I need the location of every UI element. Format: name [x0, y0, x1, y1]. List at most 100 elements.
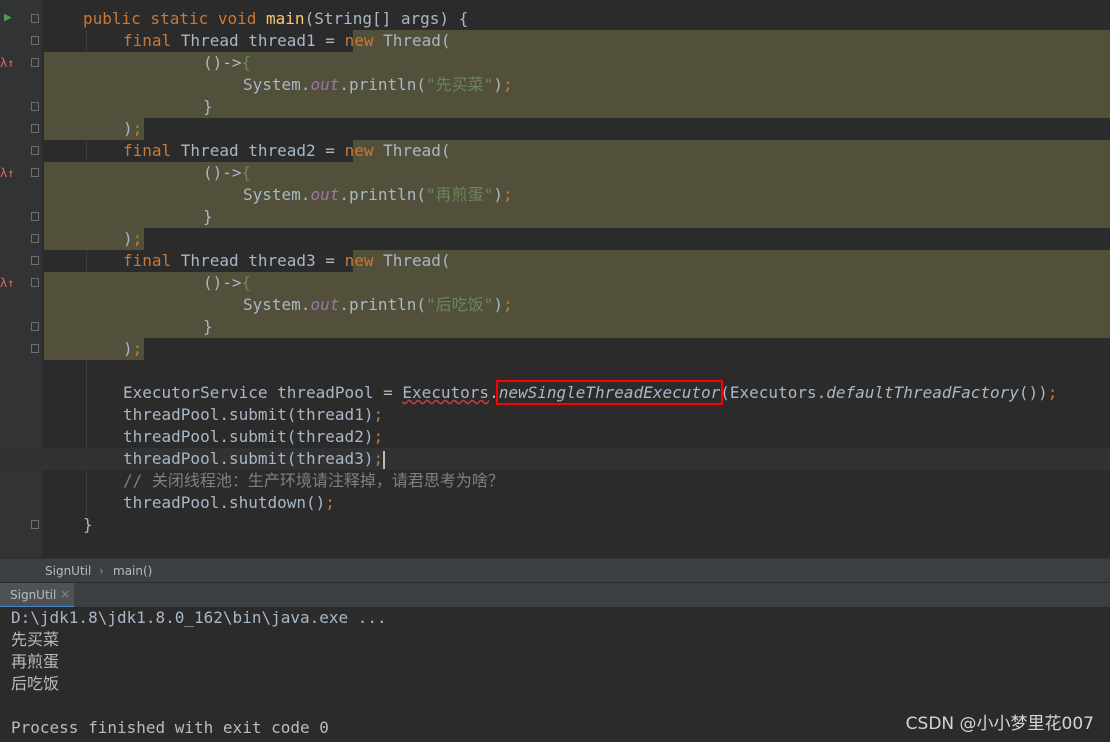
code-token: ()->	[203, 53, 242, 72]
code-line-16[interactable]: );	[0, 338, 1110, 360]
code-token: )	[123, 229, 133, 248]
code-token: final	[123, 31, 181, 50]
breadcrumb: SignUtil › main()	[0, 558, 1110, 583]
code-line-13[interactable]: ()->{	[0, 272, 1110, 294]
code-token: final	[123, 141, 181, 160]
code-token: ;	[373, 427, 384, 446]
code-token: (String[] args) {	[304, 9, 469, 28]
code-line-5[interactable]: }	[0, 96, 1110, 118]
code-token: Thread thread3 =	[180, 251, 345, 270]
code-token: System.	[243, 75, 311, 94]
code-token: threadPool.submit(thread1)	[123, 405, 374, 424]
code-token: ;	[502, 295, 513, 314]
code-token: Thread(	[383, 141, 451, 160]
code-token: Thread(	[383, 31, 451, 50]
code-token: {	[241, 273, 252, 292]
code-line-4[interactable]: System.out.println("先买菜");	[0, 74, 1110, 96]
lambda-highlight	[44, 184, 1110, 206]
code-token: )	[493, 75, 503, 94]
code-token: Thread thread1 =	[180, 31, 345, 50]
code-line-10[interactable]: }	[0, 206, 1110, 228]
code-token: threadPool.shutdown()	[123, 493, 326, 512]
code-line-1[interactable]: public static void main(String[] args) {	[0, 8, 1110, 30]
code-token: )	[123, 119, 133, 138]
console-output-line: 后吃饭	[11, 674, 60, 693]
code-token: }	[203, 207, 213, 226]
code-token: new	[344, 31, 384, 50]
code-token: ;	[373, 405, 384, 424]
code-line-12[interactable]: final Thread thread3 = new Thread(	[0, 250, 1110, 272]
code-token: }	[83, 515, 93, 534]
breadcrumb-separator-icon: ›	[99, 564, 104, 578]
code-line-6[interactable]: );	[0, 118, 1110, 140]
code-token: out	[310, 185, 340, 204]
code-line-9[interactable]: System.out.println("再煎蛋");	[0, 184, 1110, 206]
code-line-19[interactable]: threadPool.submit(thread1);	[0, 404, 1110, 426]
highlighted-method-name[interactable]: newSingleThreadExecutor	[495, 380, 724, 405]
code-token: )	[493, 185, 503, 204]
breadcrumb-method[interactable]: main()	[113, 564, 152, 578]
code-token: threadPool.submit(thread3)	[123, 449, 374, 468]
run-tab-label: SignUtil	[10, 588, 57, 602]
close-icon[interactable]: ×	[60, 587, 70, 601]
code-token: )	[493, 295, 503, 314]
code-token: .println(	[339, 185, 427, 204]
code-token: .println(	[339, 75, 427, 94]
text-caret	[383, 450, 386, 469]
code-token: ;	[1047, 383, 1058, 402]
code-token: Executors	[402, 383, 490, 402]
string-literal: "后吃饭"	[426, 295, 494, 314]
code-token: out	[310, 75, 340, 94]
code-line-14[interactable]: System.out.println("后吃饭");	[0, 294, 1110, 316]
string-literal: "再煎蛋"	[426, 185, 494, 204]
string-literal: "先买菜"	[426, 75, 494, 94]
code-line-7[interactable]: final Thread thread2 = new Thread(	[0, 140, 1110, 162]
code-line-15[interactable]: }	[0, 316, 1110, 338]
code-token: (Executors.	[720, 383, 827, 402]
code-token: defaultThreadFactory	[826, 383, 1019, 402]
code-line-2[interactable]: final Thread thread1 = new Thread(	[0, 30, 1110, 52]
code-token: new	[344, 141, 384, 160]
code-comment: // 关闭线程池：生产环境请注释掉，请君思考为啥？	[123, 471, 504, 490]
lambda-highlight	[353, 30, 1110, 52]
code-editor[interactable]: ▶ λ↑ λ↑ λ↑ public static void main(Strin…	[0, 0, 1110, 558]
code-token: ())	[1018, 383, 1048, 402]
code-line-8[interactable]: ()->{	[0, 162, 1110, 184]
code-token: ()->	[203, 163, 242, 182]
code-token: ()->	[203, 273, 242, 292]
code-token: System.	[243, 185, 311, 204]
code-line-22[interactable]: // 关闭线程池：生产环境请注释掉，请君思考为啥？	[0, 470, 1110, 492]
code-token: ;	[132, 229, 143, 248]
code-token: }	[203, 317, 213, 336]
lambda-highlight	[353, 140, 1110, 162]
console-output-line: 先买菜	[11, 630, 60, 649]
code-line-21[interactable]: threadPool.submit(thread3);	[0, 448, 1110, 470]
console-output-line: 再煎蛋	[11, 652, 60, 671]
code-token: .println(	[339, 295, 427, 314]
code-line-3[interactable]: ()->{	[0, 52, 1110, 74]
code-line-11[interactable]: );	[0, 228, 1110, 250]
code-token: ;	[132, 339, 143, 358]
code-line-18[interactable]: ExecutorService threadPool = Executors.n…	[0, 380, 1110, 405]
lambda-highlight	[353, 250, 1110, 272]
code-token: out	[310, 295, 340, 314]
code-token: ExecutorService threadPool =	[123, 383, 403, 402]
lambda-highlight	[44, 294, 1110, 316]
lambda-highlight	[44, 74, 1110, 96]
code-line-24[interactable]: }	[0, 514, 1110, 536]
code-line-20[interactable]: threadPool.submit(thread2);	[0, 426, 1110, 448]
tab-run-signutil[interactable]: SignUtil ×	[0, 583, 74, 608]
code-line-23[interactable]: threadPool.shutdown();	[0, 492, 1110, 514]
console-exit-line: Process finished with exit code 0	[11, 718, 329, 737]
code-token: }	[203, 97, 213, 116]
code-token: threadPool.submit(thread2)	[123, 427, 374, 446]
code-token: public static void	[83, 9, 267, 28]
code-token: {	[241, 163, 252, 182]
code-token: ;	[132, 119, 143, 138]
console-output[interactable]: D:\jdk1.8\jdk1.8.0_162\bin\java.exe ... …	[0, 607, 1110, 742]
code-token: main	[266, 9, 305, 28]
code-token: System.	[243, 295, 311, 314]
code-token: ;	[502, 185, 513, 204]
code-token: new	[344, 251, 384, 270]
breadcrumb-class[interactable]: SignUtil	[45, 564, 91, 578]
